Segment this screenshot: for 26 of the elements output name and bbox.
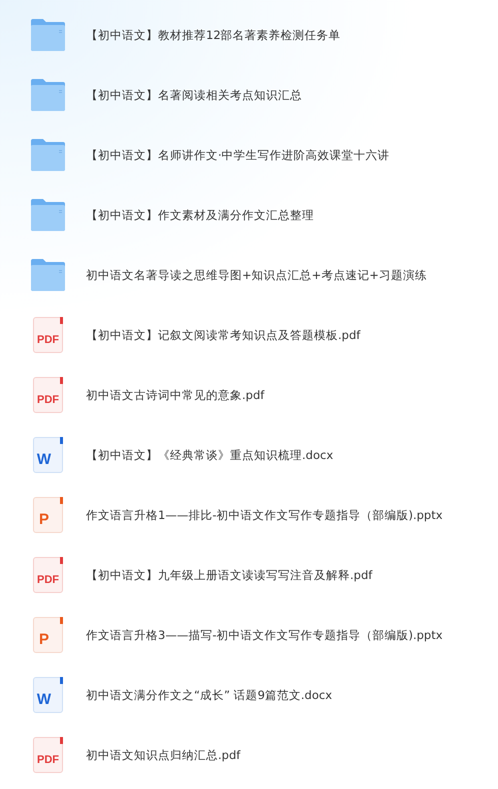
folder-icon	[30, 138, 66, 172]
folder-icon	[30, 78, 66, 112]
pdf-file-icon: PDF	[33, 737, 63, 773]
file-name[interactable]: 初中语文古诗词中常见的意象.pdf	[86, 388, 264, 402]
file-name[interactable]: 初中语文满分作文之“成长” 话题9篇范文.docx	[86, 688, 332, 702]
file-name[interactable]: 【初中语文】名师讲作文·中学生写作进阶高效课堂十六讲	[86, 148, 390, 162]
pdf-file-icon: PDF	[33, 317, 63, 353]
file-name[interactable]: 初中语文知识点归纳汇总.pdf	[86, 748, 240, 762]
folder-icon	[30, 18, 66, 52]
file-name[interactable]: 【初中语文】作文素材及满分作文汇总整理	[86, 208, 314, 222]
powerpoint-file-icon: P	[33, 497, 63, 533]
file-name[interactable]: 作文语言升格3——描写-初中语文作文写作专题指导（部编版).pptx	[86, 628, 443, 642]
file-name[interactable]: 【初中语文】《经典常谈》重点知识梳理.docx	[86, 448, 334, 462]
powerpoint-file-icon: P	[33, 617, 63, 653]
file-name[interactable]: 【初中语文】九年级上册语文读读写写注音及解释.pdf	[86, 568, 372, 582]
folder-icon	[30, 198, 66, 232]
word-file-icon: W	[33, 677, 63, 713]
word-file-icon: W	[33, 437, 63, 473]
folder-icon	[30, 258, 66, 292]
file-name[interactable]: 作文语言升格1——排比-初中语文作文写作专题指导（部编版).pptx	[86, 508, 443, 522]
pdf-file-icon: PDF	[33, 557, 63, 593]
file-name[interactable]: 【初中语文】记叙文阅读常考知识点及答题模板.pdf	[86, 328, 360, 342]
file-name[interactable]: 【初中语文】教材推荐12部名著素养检测任务单	[86, 28, 341, 42]
pdf-file-icon: PDF	[33, 377, 63, 413]
file-name[interactable]: 【初中语文】名著阅读相关考点知识汇总	[86, 88, 302, 102]
file-name[interactable]: 初中语文名著导读之思维导图+知识点汇总+考点速记+习题演练	[86, 268, 427, 282]
